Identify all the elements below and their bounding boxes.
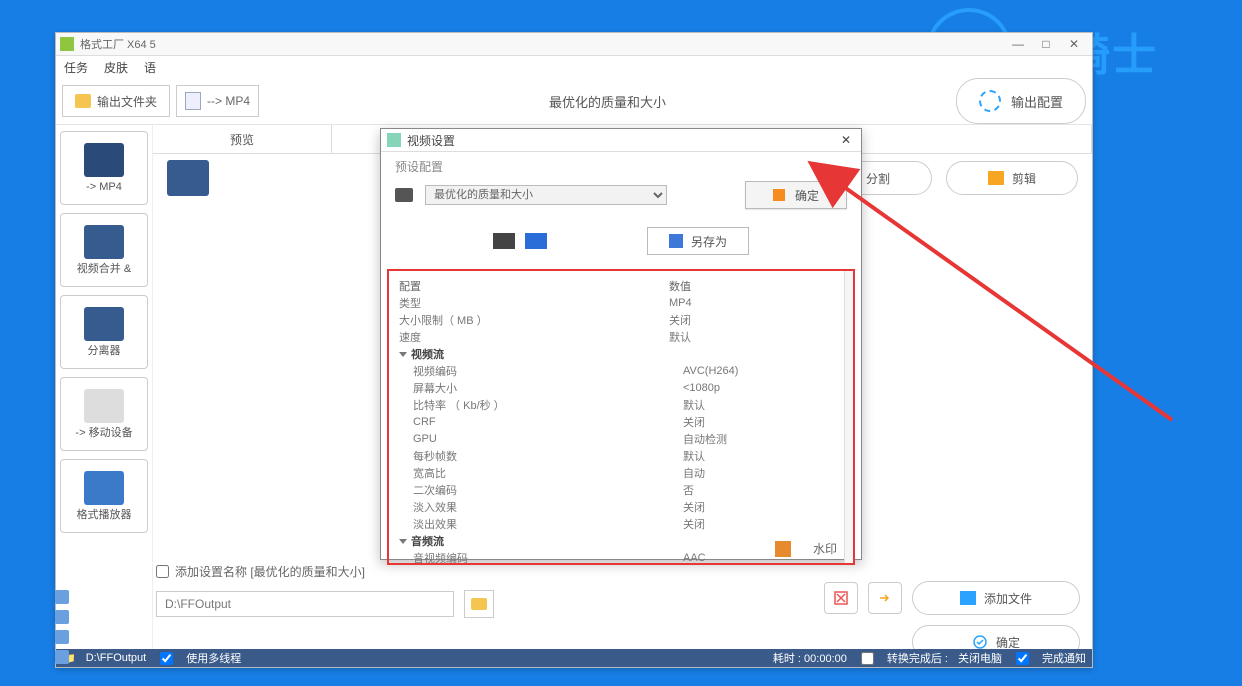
app-icon	[60, 37, 74, 51]
menu-lang[interactable]: 语	[144, 59, 156, 76]
video-settings-dialog: 视频设置 ✕ 预设配置 最优化的质量和大小 确定 另存为 配置数值 类型MP4大…	[380, 128, 862, 560]
grid-row[interactable]: GPU自动检测	[399, 430, 843, 447]
close-button[interactable]: ✕	[1064, 37, 1084, 51]
grid-row[interactable]: 淡入效果关闭	[399, 498, 843, 515]
maximize-button[interactable]: □	[1036, 37, 1056, 51]
tool-mp4[interactable]: -> MP4	[60, 131, 148, 205]
trim-button[interactable]: 剪辑	[946, 161, 1078, 195]
minimize-button[interactable]: —	[1008, 37, 1028, 51]
dialog-ok-button[interactable]: 确定	[745, 181, 847, 209]
section-audio[interactable]: 音频流	[411, 536, 444, 548]
rename-icon[interactable]	[493, 233, 515, 249]
grid-header-val: 数值	[669, 278, 843, 294]
output-config-button[interactable]: 输出配置	[956, 78, 1086, 124]
watermark-icon	[775, 541, 791, 557]
output-path-input[interactable]	[156, 591, 454, 617]
arrow-icon	[773, 189, 785, 201]
status-time: 耗时 : 00:00:00	[773, 650, 847, 666]
notify-done-checkbox[interactable]	[1016, 652, 1029, 665]
output-folder-label: 输出文件夹	[97, 93, 157, 110]
watermark-button[interactable]: 水印	[775, 540, 837, 557]
add-settings-checkbox[interactable]	[156, 565, 169, 578]
grid-row[interactable]: 大小限制（ MB ）关闭	[399, 311, 843, 328]
after-convert-label: 转换完成后 :	[887, 650, 948, 666]
folder-icon	[75, 94, 91, 108]
clip-thumbnail[interactable]	[167, 160, 209, 196]
tab-preview[interactable]: 预览	[153, 125, 332, 153]
merge-icon	[84, 225, 124, 259]
add-file-button[interactable]: 添加文件	[912, 581, 1080, 615]
output-folder-button[interactable]: 输出文件夹	[62, 85, 170, 117]
tool-mobile[interactable]: -> 移动设备	[60, 377, 148, 451]
grid-row[interactable]: 淡出效果关闭	[399, 515, 843, 532]
multithread-label: 使用多线程	[186, 650, 241, 666]
titlebar: 格式工厂 X64 5 — □ ✕	[56, 33, 1092, 56]
add-settings-label: 添加设置名称 [最优化的质量和大小]	[175, 563, 365, 580]
addfile-icon	[960, 591, 976, 605]
mp4-icon	[84, 143, 124, 177]
grid-row[interactable]: 宽高比自动	[399, 464, 843, 481]
breadcrumb-text: --> MP4	[207, 94, 250, 108]
grid-row[interactable]: 类型MP4	[399, 294, 843, 311]
statusbar: 📁 D:\FFOutput 使用多线程 耗时 : 00:00:00 转换完成后 …	[56, 649, 1092, 667]
settings-grid: 配置数值 类型MP4大小限制（ MB ）关闭速度默认 视频流 视频编码AVC(H…	[387, 269, 855, 565]
help-icon[interactable]	[525, 233, 547, 249]
dialog-icon	[387, 133, 401, 147]
grid-row[interactable]: 每秒帧数默认	[399, 447, 843, 464]
dialog-close-button[interactable]: ✕	[837, 133, 855, 147]
dialog-title: 视频设置	[407, 132, 455, 149]
after-convert-checkbox[interactable]	[861, 652, 874, 665]
preset-select[interactable]: 最优化的质量和大小	[425, 185, 667, 205]
saveas-button[interactable]: 另存为	[647, 227, 749, 255]
multithread-checkbox[interactable]	[160, 652, 173, 665]
tool-split[interactable]: 分离器	[60, 295, 148, 369]
after-convert-value: 关闭电脑	[958, 650, 1002, 666]
breadcrumb[interactable]: --> MP4	[176, 85, 259, 117]
desktop-icons	[55, 590, 69, 664]
grid-row[interactable]: 比特率 （ Kb/秒 ）默认	[399, 396, 843, 413]
export-button[interactable]	[868, 582, 902, 614]
notify-done-label: 完成通知	[1042, 650, 1086, 666]
gear-icon	[979, 90, 1001, 112]
folder-icon	[471, 598, 487, 610]
window-title: 格式工厂 X64 5	[80, 36, 1008, 52]
save-icon	[669, 234, 683, 248]
grid-row[interactable]: 二次编码否	[399, 481, 843, 498]
check-icon	[972, 634, 988, 650]
menu-task[interactable]: 任务	[64, 59, 88, 76]
tool-rail: -> MP4 视频合并 & 分离器 -> 移动设备 格式播放器	[56, 125, 152, 655]
split-icon	[84, 307, 124, 341]
preset-icon	[395, 188, 413, 202]
grid-row[interactable]: 视频编码AVC(H264)	[399, 362, 843, 379]
menu-skin[interactable]: 皮肤	[104, 59, 128, 76]
status-path: D:\FFOutput	[86, 652, 147, 664]
section-video[interactable]: 视频流	[411, 349, 444, 361]
remove-item-button[interactable]	[824, 582, 858, 614]
grid-row[interactable]: CRF关闭	[399, 413, 843, 430]
tool-player[interactable]: 格式播放器	[60, 459, 148, 533]
browse-folder-button[interactable]	[464, 590, 494, 618]
grid-scrollbar[interactable]	[844, 271, 855, 563]
output-config-label: 输出配置	[1011, 92, 1063, 111]
grid-row[interactable]: 屏幕大小<1080p	[399, 379, 843, 396]
toolbar: 输出文件夹 --> MP4 最优化的质量和大小 输出配置	[56, 78, 1092, 125]
grid-row[interactable]: 速度默认	[399, 328, 843, 345]
tool-merge[interactable]: 视频合并 &	[60, 213, 148, 287]
player-icon	[84, 471, 124, 505]
grid-header-key: 配置	[399, 278, 669, 294]
mobile-icon	[84, 389, 124, 423]
document-icon	[185, 92, 201, 110]
menubar: 任务 皮肤 语	[56, 56, 1092, 78]
trim-icon	[988, 171, 1004, 185]
center-label: 最优化的质量和大小	[259, 92, 956, 111]
preset-label: 预设配置	[395, 158, 847, 175]
